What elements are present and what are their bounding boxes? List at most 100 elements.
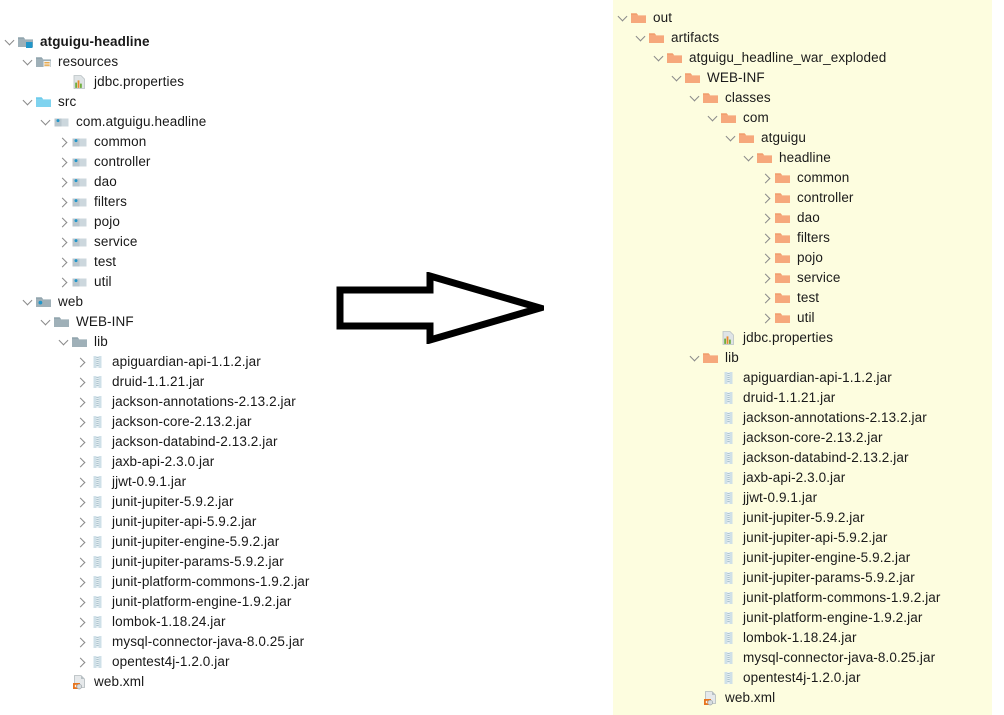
chevron-right-icon[interactable] [76, 432, 89, 452]
tree-row[interactable]: atguigu_headline_war_exploded [613, 48, 992, 68]
chevron-down-icon[interactable] [725, 128, 738, 148]
tree-row[interactable]: druid-1.1.21.jar [613, 388, 992, 408]
artifact-output-tree[interactable]: out artifacts atguigu_headline_war_explode… [613, 0, 992, 708]
chevron-right-icon[interactable] [761, 248, 774, 268]
tree-row[interactable]: druid-1.1.21.jar [0, 372, 613, 392]
tree-row[interactable]: lib [613, 348, 992, 368]
tree-row[interactable]: mysql-connector-java-8.0.25.jar [613, 648, 992, 668]
chevron-down-icon[interactable] [653, 48, 666, 68]
tree-row[interactable]: artifacts [613, 28, 992, 48]
tree-row[interactable]: jackson-databind-2.13.2.jar [0, 432, 613, 452]
tree-row[interactable]: junit-platform-commons-1.9.2.jar [0, 572, 613, 592]
chevron-down-icon[interactable] [22, 292, 35, 312]
tree-row[interactable]: junit-jupiter-engine-5.9.2.jar [0, 532, 613, 552]
chevron-down-icon[interactable] [635, 28, 648, 48]
tree-row[interactable]: opentest4j-1.2.0.jar [613, 668, 992, 688]
tree-row[interactable]: jackson-annotations-2.13.2.jar [613, 408, 992, 428]
chevron-right-icon[interactable] [761, 308, 774, 328]
tree-row[interactable]: dao [0, 172, 613, 192]
tree-row[interactable]: junit-platform-engine-1.9.2.jar [0, 592, 613, 612]
chevron-right-icon[interactable] [76, 552, 89, 572]
chevron-right-icon[interactable] [76, 412, 89, 432]
chevron-down-icon[interactable] [689, 348, 702, 368]
chevron-right-icon[interactable] [58, 152, 71, 172]
chevron-down-icon[interactable] [58, 332, 71, 352]
tree-row[interactable]: junit-jupiter-api-5.9.2.jar [613, 528, 992, 548]
tree-row[interactable]: junit-platform-engine-1.9.2.jar [613, 608, 992, 628]
tree-row[interactable]: com.atguigu.headline [0, 112, 613, 132]
chevron-right-icon[interactable] [76, 392, 89, 412]
chevron-right-icon[interactable] [761, 228, 774, 248]
chevron-down-icon[interactable] [617, 8, 630, 28]
tree-row[interactable]: atguigu-headline [0, 32, 613, 52]
chevron-right-icon[interactable] [76, 492, 89, 512]
chevron-right-icon[interactable] [76, 372, 89, 392]
tree-row[interactable]: apiguardian-api-1.1.2.jar [0, 352, 613, 372]
chevron-down-icon[interactable] [22, 92, 35, 112]
tree-row[interactable]: src [0, 92, 613, 112]
chevron-right-icon[interactable] [76, 592, 89, 612]
chevron-down-icon[interactable] [40, 112, 53, 132]
tree-row[interactable]: jackson-core-2.13.2.jar [0, 412, 613, 432]
chevron-right-icon[interactable] [76, 512, 89, 532]
tree-row[interactable]: common [0, 132, 613, 152]
chevron-right-icon[interactable] [58, 252, 71, 272]
tree-row[interactable]: junit-jupiter-params-5.9.2.jar [0, 552, 613, 572]
chevron-right-icon[interactable] [76, 452, 89, 472]
tree-row[interactable]: controller [613, 188, 992, 208]
tree-row[interactable]: junit-platform-commons-1.9.2.jar [613, 588, 992, 608]
tree-row[interactable]: pojo [613, 248, 992, 268]
tree-row[interactable]: jjwt-0.9.1.jar [613, 488, 992, 508]
tree-row[interactable]: jdbc.properties [613, 328, 992, 348]
tree-row[interactable]: filters [0, 192, 613, 212]
chevron-right-icon[interactable] [761, 188, 774, 208]
chevron-right-icon[interactable] [76, 472, 89, 492]
tree-row[interactable]: jdbc.properties [0, 72, 613, 92]
tree-row[interactable]: jaxb-api-2.3.0.jar [0, 452, 613, 472]
tree-row[interactable]: WEB-INF [613, 68, 992, 88]
chevron-right-icon[interactable] [76, 572, 89, 592]
chevron-right-icon[interactable] [58, 192, 71, 212]
chevron-right-icon[interactable] [58, 272, 71, 292]
tree-row[interactable]: lombok-1.18.24.jar [613, 628, 992, 648]
tree-row[interactable]: dao [613, 208, 992, 228]
chevron-down-icon[interactable] [743, 148, 756, 168]
tree-row[interactable]: lombok-1.18.24.jar [0, 612, 613, 632]
chevron-right-icon[interactable] [58, 232, 71, 252]
chevron-down-icon[interactable] [22, 52, 35, 72]
tree-row[interactable]: test [613, 288, 992, 308]
chevron-down-icon[interactable] [707, 108, 720, 128]
tree-row[interactable]: test [0, 252, 613, 272]
tree-row[interactable]: atguigu [613, 128, 992, 148]
chevron-right-icon[interactable] [761, 268, 774, 288]
tree-row[interactable]: junit-jupiter-5.9.2.jar [0, 492, 613, 512]
chevron-down-icon[interactable] [4, 32, 17, 52]
tree-row[interactable]: web.xml [0, 672, 613, 692]
chevron-right-icon[interactable] [761, 208, 774, 228]
tree-row[interactable]: jaxb-api-2.3.0.jar [613, 468, 992, 488]
tree-row[interactable]: mysql-connector-java-8.0.25.jar [0, 632, 613, 652]
tree-row[interactable]: filters [613, 228, 992, 248]
tree-row[interactable]: resources [0, 52, 613, 72]
tree-row[interactable]: out [613, 8, 992, 28]
tree-row[interactable]: jjwt-0.9.1.jar [0, 472, 613, 492]
project-source-tree[interactable]: atguigu-headline resources jdbc.properties… [0, 0, 613, 692]
tree-row[interactable]: opentest4j-1.2.0.jar [0, 652, 613, 672]
tree-row[interactable]: controller [0, 152, 613, 172]
chevron-right-icon[interactable] [76, 532, 89, 552]
tree-row[interactable]: junit-jupiter-5.9.2.jar [613, 508, 992, 528]
tree-row[interactable]: web.xml [613, 688, 992, 708]
tree-row[interactable]: com [613, 108, 992, 128]
chevron-right-icon[interactable] [58, 172, 71, 192]
chevron-down-icon[interactable] [671, 68, 684, 88]
tree-row[interactable]: jackson-databind-2.13.2.jar [613, 448, 992, 468]
chevron-right-icon[interactable] [76, 652, 89, 672]
tree-row[interactable]: junit-jupiter-engine-5.9.2.jar [613, 548, 992, 568]
chevron-right-icon[interactable] [76, 632, 89, 652]
chevron-right-icon[interactable] [76, 612, 89, 632]
tree-row[interactable]: junit-jupiter-api-5.9.2.jar [0, 512, 613, 532]
tree-row[interactable]: jackson-annotations-2.13.2.jar [0, 392, 613, 412]
tree-row[interactable]: service [0, 232, 613, 252]
chevron-right-icon[interactable] [58, 132, 71, 152]
chevron-right-icon[interactable] [76, 352, 89, 372]
